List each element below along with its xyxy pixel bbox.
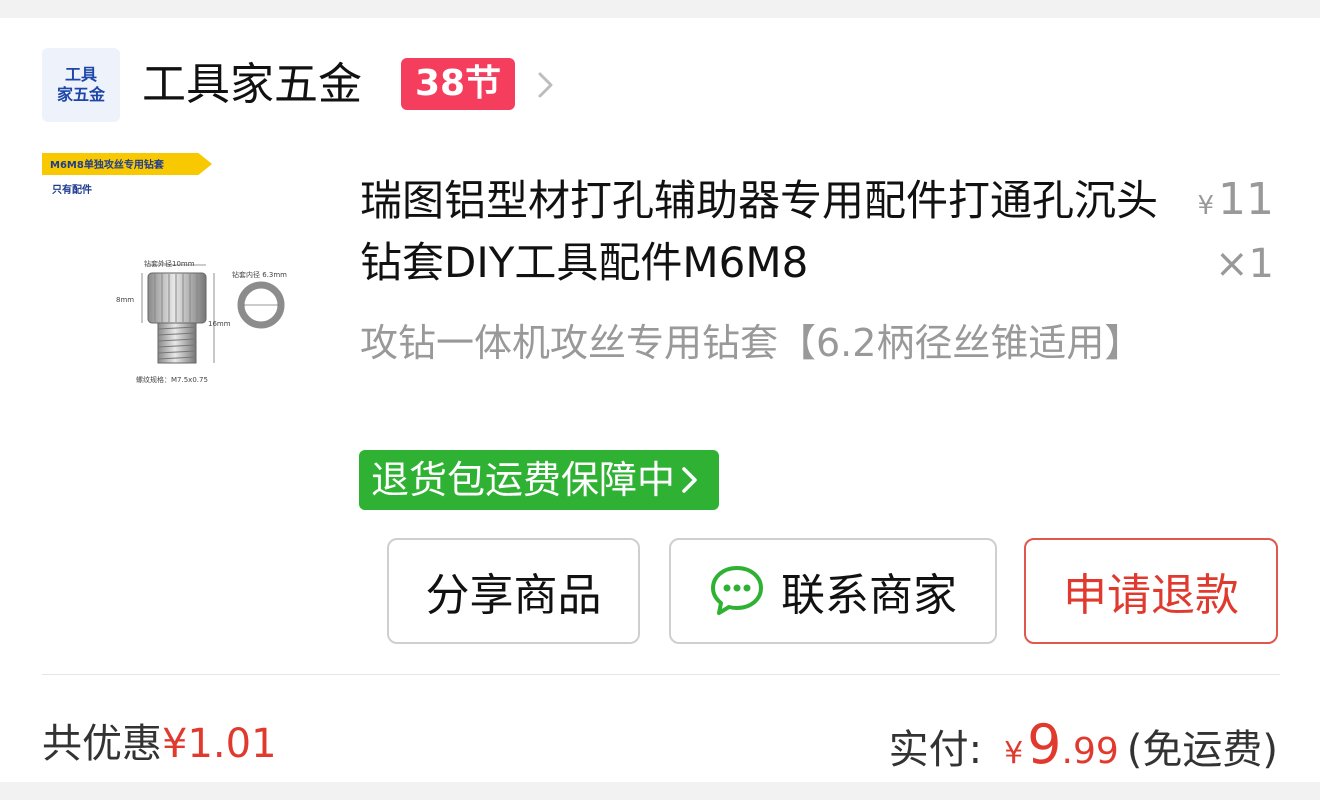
- paid-label: 实付:: [888, 727, 983, 773]
- return-shipping-badge[interactable]: 退货包运费保障中: [359, 450, 720, 510]
- paid-summary: 实付: ¥ 9 .99 (免运费): [889, 716, 1278, 783]
- paid-amount-dec: .99: [1061, 731, 1119, 772]
- image-subtitle: 只有配件: [52, 185, 92, 196]
- shipping-note: (免运费): [1126, 727, 1278, 773]
- product-spec: 攻钻一体机攻丝专用钻套【6.2柄径丝锥适用】: [360, 321, 1143, 365]
- shop-logo-line1: 工具: [64, 65, 97, 84]
- image-banner-text: M6M8单独攻丝专用钻套: [50, 160, 164, 171]
- request-refund-button[interactable]: 申请退款: [1024, 538, 1278, 644]
- contact-seller-label: 联系商家: [781, 570, 957, 621]
- image-label-outer: 钻套外径10mm: [144, 260, 195, 268]
- price-block: ¥11 ×1: [1197, 170, 1274, 292]
- shop-logo-line2: 家五金: [56, 85, 105, 104]
- unit-price-currency: ¥: [1197, 191, 1214, 221]
- quantity: ×1: [1215, 241, 1274, 287]
- divider: [42, 674, 1280, 675]
- image-label-inner: 钻套内径 6.3mm: [232, 271, 287, 279]
- shop-name[interactable]: 工具家五金: [142, 56, 362, 114]
- product-title[interactable]: 瑞图铝型材打孔辅助器专用配件打通孔沉头钻套DIY工具配件M6M8: [360, 170, 1160, 294]
- discount-summary: 共优惠¥1.01: [42, 718, 277, 770]
- product-image[interactable]: M6M8单独攻丝专用钻套 只有配件 钻套外径10mm 钻套内径 6.3mm 8m…: [40, 153, 340, 413]
- image-label-length: 16mm: [208, 320, 231, 328]
- chevron-right-icon[interactable]: [532, 68, 558, 102]
- paid-currency: ¥: [1004, 736, 1024, 771]
- discount-label: 共优惠: [42, 721, 162, 767]
- unit-price: ¥11: [1197, 170, 1274, 236]
- shop-logo[interactable]: 工具 家五金: [42, 48, 120, 122]
- paid-amount-int: 9: [1027, 713, 1062, 776]
- order-card: 工具 家五金 工具家五金 38节 M6M8单独攻丝专用钻套 只有配件 钻套外径1…: [0, 18, 1320, 782]
- return-badge-label: 退货包运费保障中: [371, 458, 676, 502]
- chevron-right-icon: [682, 467, 697, 493]
- promo-badge: 38节: [401, 58, 516, 110]
- image-label-thread: 螺纹规格：M7.5x0.75: [136, 376, 208, 384]
- unit-price-value: 11: [1218, 174, 1274, 225]
- chat-bubble-icon: [711, 566, 763, 615]
- share-product-button[interactable]: 分享商品: [387, 538, 640, 644]
- discount-amount: ¥1.01: [162, 721, 277, 767]
- image-label-height: 8mm: [116, 296, 135, 304]
- contact-seller-button[interactable]: 联系商家: [669, 538, 997, 644]
